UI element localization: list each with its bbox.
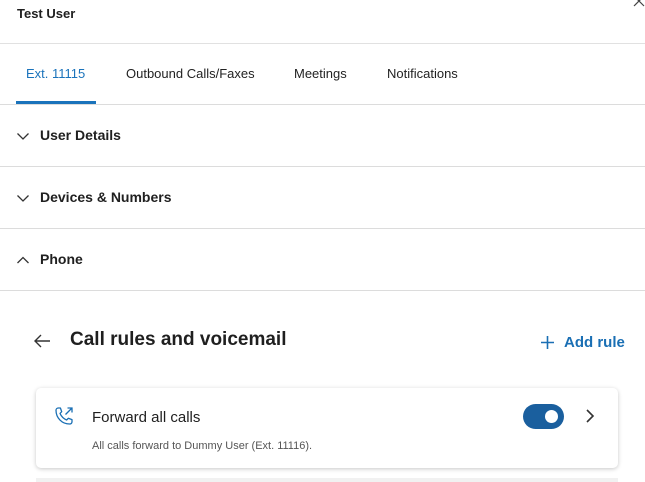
tab-bar: Ext. 11115 Outbound Calls/Faxes Meetings… <box>0 44 645 105</box>
section-devices-numbers[interactable]: Devices & Numbers <box>0 167 645 229</box>
call-rules-title: Call rules and voicemail <box>70 329 287 350</box>
rule-title: Forward all calls <box>92 409 201 426</box>
active-tab-indicator <box>16 101 96 104</box>
tab-meetings[interactable]: Meetings <box>294 44 347 104</box>
next-card-edge <box>36 478 618 482</box>
close-icon[interactable] <box>633 0 645 7</box>
window-title: Test User <box>17 6 76 21</box>
chevron-right-icon[interactable] <box>584 408 596 424</box>
call-rule-card: Forward all calls All calls forward to D… <box>36 388 618 468</box>
chevron-down-icon <box>17 133 29 140</box>
tab-notifications[interactable]: Notifications <box>387 44 458 104</box>
rule-enabled-toggle[interactable] <box>525 406 562 427</box>
add-rule-button[interactable]: Add rule <box>540 331 625 353</box>
toggle-knob <box>545 410 558 423</box>
chevron-down-icon <box>17 195 29 202</box>
user-settings-page: Test User Ext. 11115 Outbound Calls/Faxe… <box>0 0 645 482</box>
phone-forward-icon <box>55 407 73 425</box>
tab-extension[interactable]: Ext. 11115 <box>26 44 85 104</box>
rule-description: All calls forward to Dummy User (Ext. 11… <box>92 440 313 452</box>
section-label: User Details <box>40 127 121 143</box>
add-rule-label: Add rule <box>564 333 625 351</box>
section-label: Devices & Numbers <box>40 189 172 205</box>
section-phone[interactable]: Phone <box>0 229 645 291</box>
section-label: Phone <box>40 251 83 267</box>
section-user-details[interactable]: User Details <box>0 105 645 167</box>
arrow-left-icon[interactable] <box>33 333 51 349</box>
plus-icon <box>541 335 554 349</box>
tab-outbound-calls-faxes[interactable]: Outbound Calls/Faxes <box>126 44 255 104</box>
title-bar: Test User <box>0 0 645 44</box>
chevron-up-icon <box>17 256 29 264</box>
